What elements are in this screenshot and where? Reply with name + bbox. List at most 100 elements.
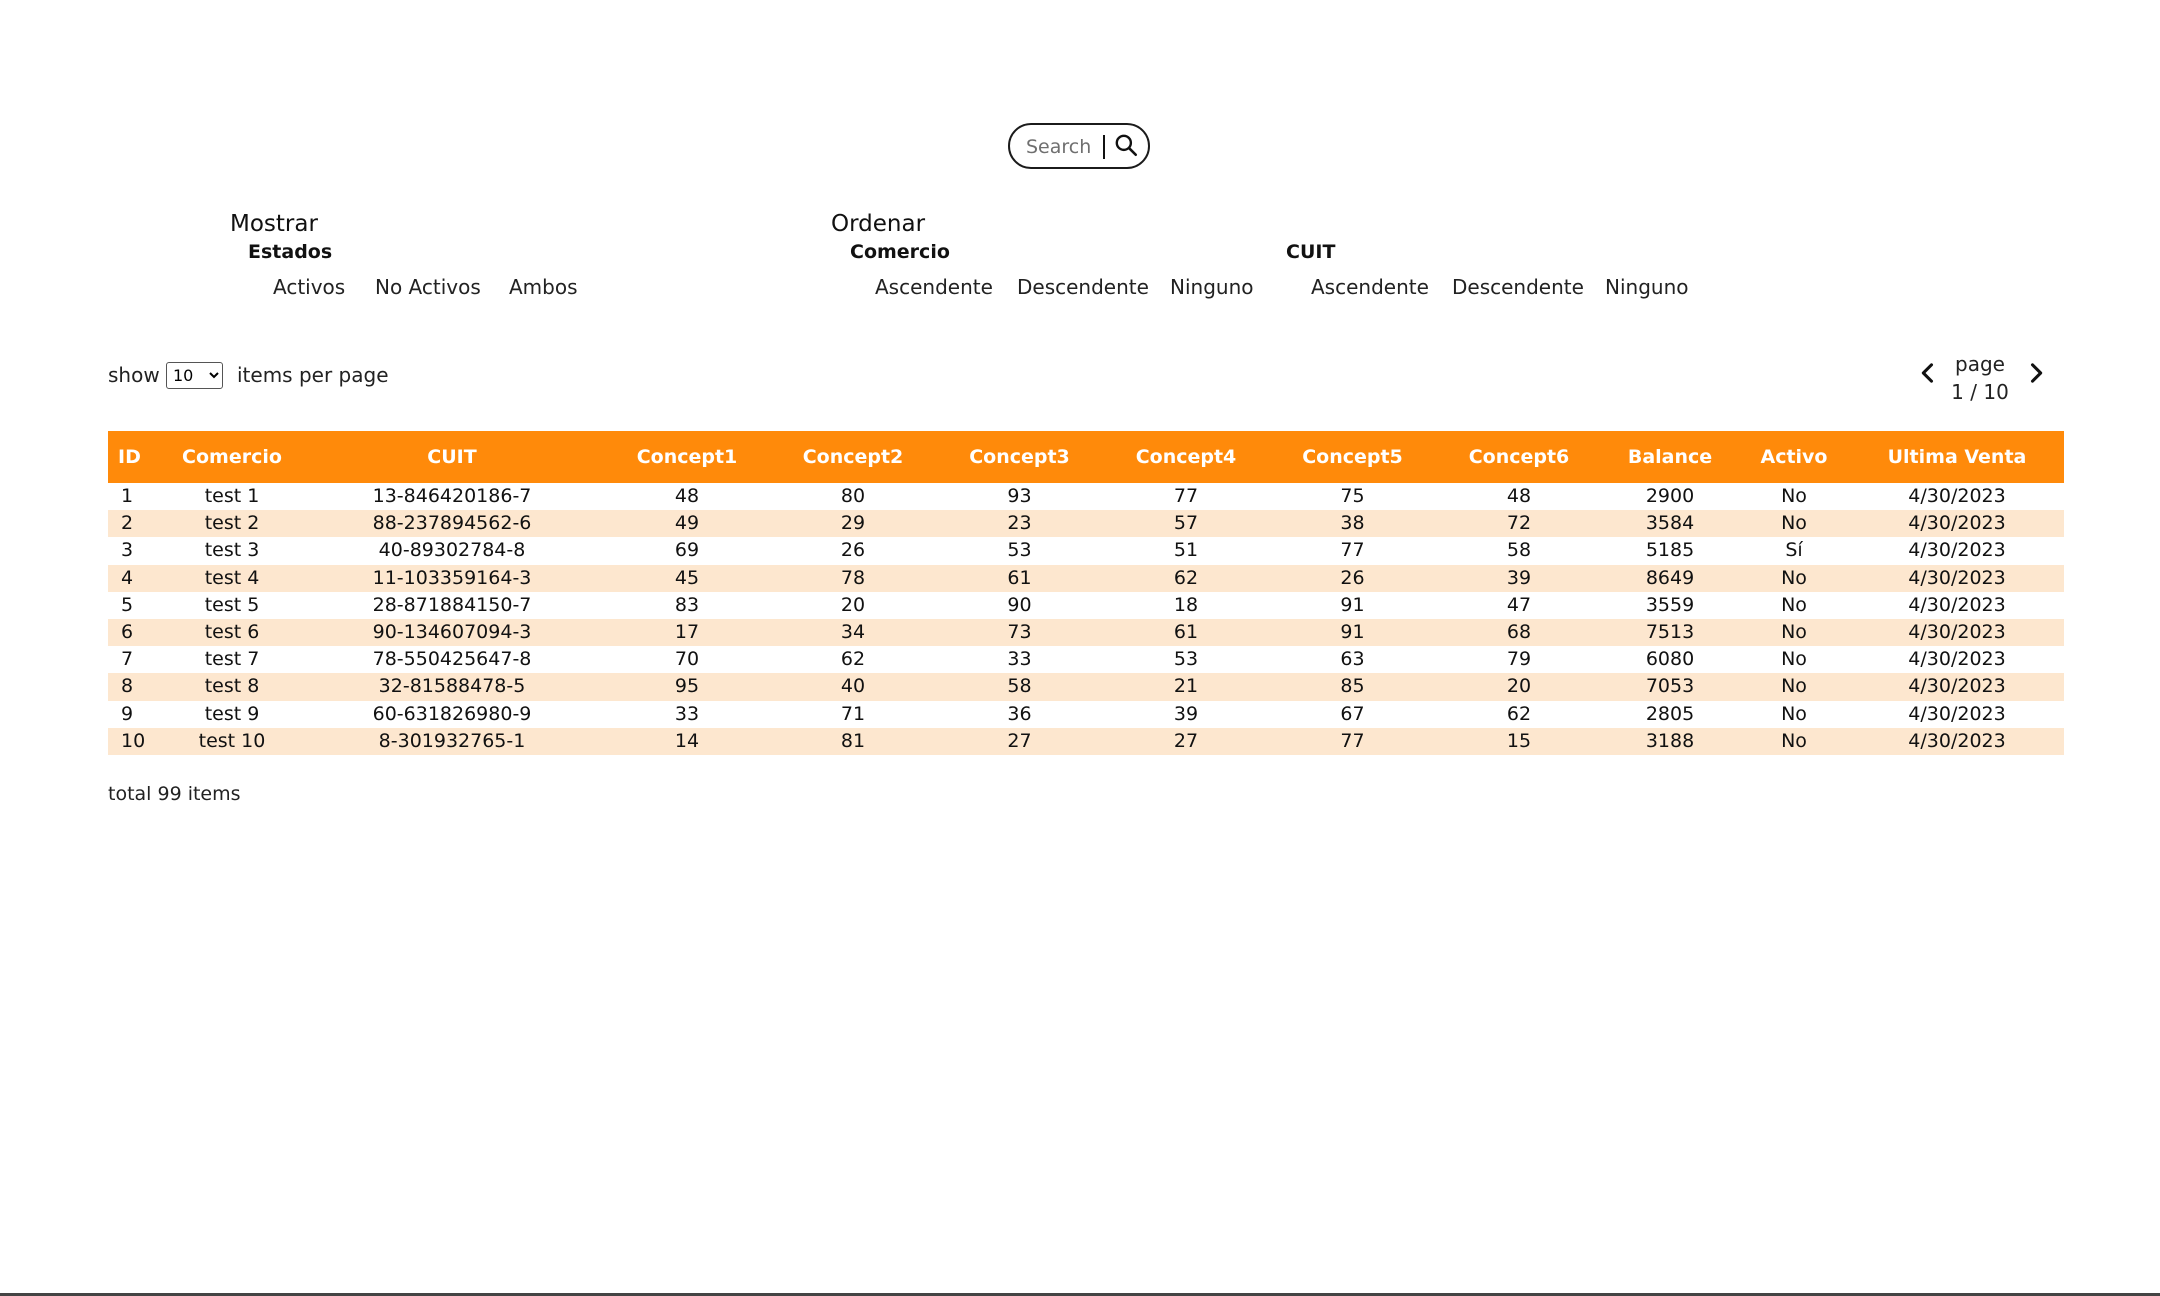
table-header-row: ID Comercio CUIT Concept1 Concept2 Concept3 Co… — [108, 431, 2064, 483]
table-cell-concept5: 85 — [1269, 673, 1436, 701]
filter-ambos[interactable]: Ambos — [509, 275, 578, 299]
table-cell-concept5: 91 — [1340, 593, 1365, 616]
page-label: page — [1955, 352, 2005, 376]
search-input[interactable] — [1026, 133, 1112, 161]
table-cell-cuit: 88-237894562-6 — [300, 510, 604, 538]
table-cell-id: 4 — [108, 564, 164, 592]
table-row[interactable]: 6 test 6 90-134607094-3 17 34 73 61 91 68 7513 No 4… — [108, 618, 2064, 647]
column-header-cuit[interactable]: CUIT — [300, 431, 604, 483]
table-cell-concept6: 58 — [1506, 539, 1532, 562]
table-cell-ultima-venta: 4/30/2023 — [1908, 593, 2006, 616]
table-cell-activo: No — [1781, 702, 1807, 725]
table-cell-activo: No — [1738, 564, 1850, 592]
page-indicator: page 1 / 10 — [1930, 350, 2030, 406]
table-row[interactable]: 1 test 1 13-846420186-7 48 80 93 77 75 48 2900 No 4… — [108, 483, 2064, 510]
table-cell-concept6: 39 — [1436, 564, 1602, 592]
table-row[interactable]: 3 test 3 40-89302784-8 69 26 53 51 77 58 5185 Sí 4/… — [108, 537, 2064, 564]
table-row[interactable]: 10 test 10 8-301932765-1 14 81 27 27 77 15 3188 No… — [108, 727, 2064, 755]
search-box — [1008, 123, 1150, 169]
table-cell-concept2: 81 — [770, 727, 936, 755]
table-cell-concept4: 21 — [1103, 673, 1269, 701]
table-cell-ultima-venta: 4/30/2023 — [1908, 702, 2006, 725]
column-header-concept2[interactable]: Concept2 — [770, 431, 936, 483]
table-cell-concept1: 17 — [604, 618, 770, 647]
table-cell-concept5: 63 — [1340, 648, 1365, 671]
table-cell-concept4: 27 — [1103, 727, 1269, 755]
table-cell-concept5: 38 — [1269, 510, 1436, 538]
estados-subtitle: Estados — [248, 241, 333, 263]
table-cell-ultima-venta: 4/30/2023 — [1850, 510, 2064, 538]
table-cell-comercio: test 4 — [164, 564, 300, 592]
search-button[interactable] — [1110, 130, 1142, 162]
table-cell-ultima-venta: 4/30/2023 — [1908, 539, 2006, 562]
column-header-concept1[interactable]: Concept1 — [604, 431, 770, 483]
column-header-activo[interactable]: Activo — [1738, 431, 1850, 483]
table-cell-balance: 5185 — [1645, 539, 1695, 562]
table-cell-concept4: 51 — [1173, 539, 1199, 562]
table-row[interactable]: 2 test 2 88-237894562-6 49 29 23 57 38 72 3584 No 4… — [108, 510, 2064, 538]
sort-cuit-ascendente[interactable]: Ascendente — [1311, 275, 1429, 299]
table-row[interactable]: 5 test 5 28-871884150-7 83 20 90 18 91 47 3559 No 4… — [108, 592, 2064, 619]
table-cell-concept6: 79 — [1506, 648, 1532, 671]
table-cell-activo: No — [1738, 618, 1850, 647]
sort-cuit-descendente[interactable]: Descendente — [1452, 275, 1584, 299]
table-cell-concept3: 36 — [1007, 702, 1032, 725]
table-cell-concept1: 49 — [604, 510, 770, 538]
table-cell-concept3: 53 — [1007, 539, 1032, 562]
comercios-table: ID Comercio CUIT Concept1 Concept2 Concept3 Co… — [108, 431, 2064, 755]
table-cell-concept3: 90 — [1007, 593, 1032, 616]
table-cell-concept4: 77 — [1173, 485, 1199, 508]
table-cell-balance: 3584 — [1602, 510, 1738, 538]
table-cell-concept5: 77 — [1269, 727, 1436, 755]
filter-activos[interactable]: Activos — [273, 275, 345, 299]
table-cell-comercio: test 1 — [204, 485, 260, 508]
table-cell-concept3: 27 — [936, 727, 1103, 755]
table-cell-concept2: 78 — [770, 564, 936, 592]
table-row[interactable]: 4 test 4 11-103359164-3 45 78 61 62 26 39 8649 No 4… — [108, 564, 2064, 592]
table-cell-id: 1 — [121, 485, 134, 508]
items-per-page-select[interactable]: 10 — [166, 362, 223, 389]
sort-comercio-ninguno[interactable]: Ninguno — [1170, 275, 1253, 299]
table-cell-concept1: 48 — [674, 485, 700, 508]
table-cell-concept2: 62 — [840, 648, 866, 671]
column-header-concept6[interactable]: Concept6 — [1436, 431, 1602, 483]
filter-no-activos[interactable]: No Activos — [375, 275, 481, 299]
column-header-comercio[interactable]: Comercio — [164, 431, 300, 483]
column-header-id[interactable]: ID — [108, 431, 164, 483]
table-cell-cuit: 90-134607094-3 — [300, 618, 604, 647]
cuit-sort-subtitle: CUIT — [1286, 241, 1336, 263]
column-header-balance[interactable]: Balance — [1602, 431, 1738, 483]
table-cell-cuit: 78-550425647-8 — [372, 648, 532, 671]
table-cell-activo: No — [1738, 510, 1850, 538]
table-cell-concept3: 33 — [1007, 648, 1032, 671]
table-cell-concept6: 47 — [1506, 593, 1532, 616]
table-row[interactable]: 7 test 7 78-550425647-8 70 62 33 53 63 79 6080 No 4… — [108, 646, 2064, 673]
table-cell-comercio: test 3 — [204, 539, 260, 562]
column-header-concept5[interactable]: Concept5 — [1269, 431, 1436, 483]
column-header-concept3[interactable]: Concept3 — [936, 431, 1103, 483]
table-cell-ultima-venta: 4/30/2023 — [1908, 648, 2006, 671]
table-cell-balance: 7053 — [1602, 673, 1738, 701]
column-header-concept4[interactable]: Concept4 — [1103, 431, 1269, 483]
next-page-button[interactable] — [2022, 359, 2050, 387]
column-header-ultima-venta[interactable]: Ultima Venta — [1850, 431, 2064, 483]
table-row[interactable]: 9 test 9 60-631826980-9 33 71 36 39 67 62 2805 No 4… — [108, 701, 2064, 728]
sort-cuit-ninguno[interactable]: Ninguno — [1605, 275, 1688, 299]
table-cell-activo: No — [1738, 673, 1850, 701]
table-cell-cuit: 60-631826980-9 — [372, 702, 532, 725]
sort-comercio-descendente[interactable]: Descendente — [1017, 275, 1149, 299]
table-cell-balance: 3559 — [1645, 593, 1695, 616]
table-cell-concept2: 71 — [840, 702, 866, 725]
table-cell-activo: No — [1781, 648, 1807, 671]
ordenar-title: Ordenar — [831, 211, 926, 237]
table-cell-id: 2 — [108, 510, 164, 538]
table-cell-concept4: 39 — [1173, 702, 1199, 725]
table-cell-cuit: 28-871884150-7 — [372, 593, 532, 616]
table-cell-concept6: 72 — [1436, 510, 1602, 538]
sort-comercio-ascendente[interactable]: Ascendente — [875, 275, 993, 299]
table-cell-concept3: 93 — [1007, 485, 1032, 508]
table-cell-concept6: 15 — [1436, 727, 1602, 755]
table-cell-concept2: 20 — [840, 593, 866, 616]
table-cell-balance: 7513 — [1602, 618, 1738, 647]
table-row[interactable]: 8 test 8 32-81588478-5 95 40 58 21 85 20 7053 No 4/… — [108, 673, 2064, 701]
